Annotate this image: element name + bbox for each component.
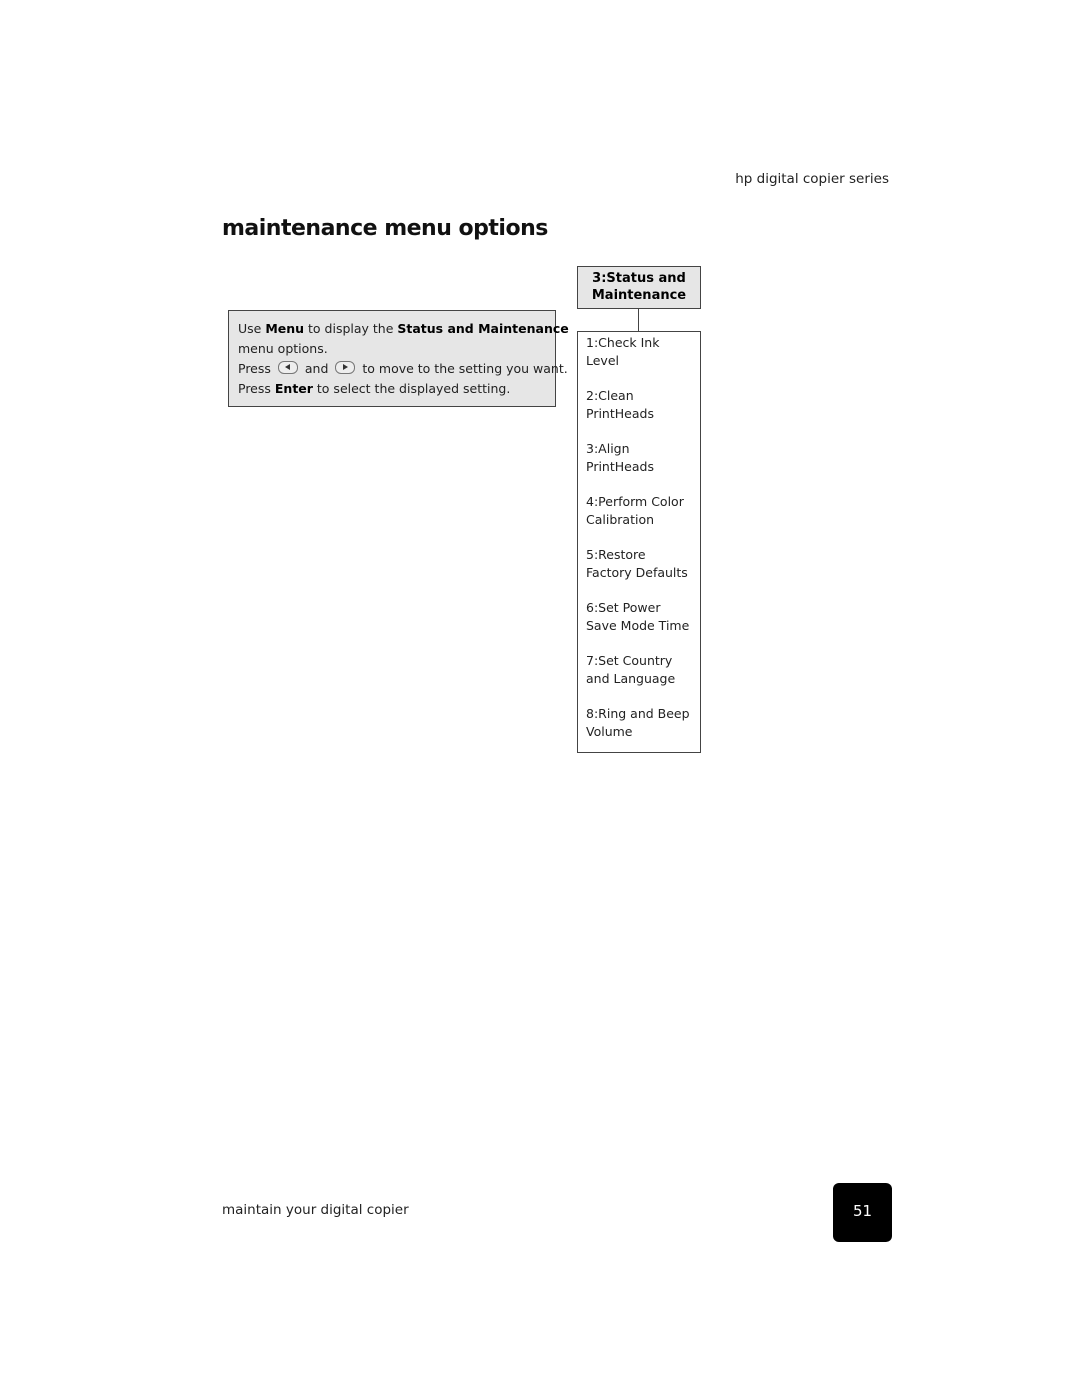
text: and bbox=[304, 361, 329, 376]
right-arrow-button-icon bbox=[335, 361, 356, 374]
menu-item-line: 1:Check Ink bbox=[586, 335, 660, 350]
menu-item-line: PrintHeads bbox=[586, 459, 654, 474]
menu-heading-line-2: Maintenance bbox=[591, 288, 687, 303]
enter-keyword: Enter bbox=[274, 381, 313, 396]
instruction-box: Use Menu to display the Status and Maint… bbox=[228, 310, 569, 407]
menu-item-line: Level bbox=[586, 353, 619, 368]
menu-item-line: Calibration bbox=[586, 512, 655, 527]
connector-line bbox=[638, 309, 639, 331]
menu-heading: 3:Status and Maintenance bbox=[577, 266, 701, 309]
menu-item-line: Volume bbox=[586, 724, 633, 739]
menu-item-line: Factory Defaults bbox=[586, 565, 688, 580]
text: Press bbox=[238, 361, 271, 376]
text: Use bbox=[238, 321, 266, 336]
instruction-line-4: Press Enter to select the displayed sett… bbox=[238, 379, 547, 399]
menu-item: 2:Clean PrintHeads bbox=[586, 387, 700, 423]
text: to move to the setting you want. bbox=[362, 361, 568, 376]
page-title: maintenance menu options bbox=[222, 216, 548, 241]
menu-keyword: Menu bbox=[265, 321, 305, 336]
menu-item-line: Save Mode Time bbox=[586, 618, 690, 633]
menu-item: 7:Set Country and Language bbox=[586, 652, 700, 688]
menu-item-line: PrintHeads bbox=[586, 406, 654, 421]
menu-item: 1:Check Ink Level bbox=[586, 334, 700, 370]
menu-item-line: 3:Align bbox=[586, 441, 630, 456]
menu-item: 3:Align PrintHeads bbox=[586, 440, 700, 476]
menu-item: 8:Ring and Beep Volume bbox=[586, 705, 700, 741]
menu-heading-line-1: 3:Status and bbox=[592, 271, 686, 286]
menu-item-line: 2:Clean bbox=[586, 388, 634, 403]
footer-section-title: maintain your digital copier bbox=[222, 1202, 409, 1218]
status-maintenance-keyword: Status and Maintenance bbox=[397, 321, 569, 336]
menu-item-line: 8:Ring and Beep bbox=[586, 706, 690, 721]
text: to display the bbox=[304, 321, 398, 336]
left-arrow-button-icon bbox=[277, 361, 298, 374]
instruction-line-1: Use Menu to display the Status and Maint… bbox=[238, 319, 569, 339]
menu-options-list: 1:Check Ink Level 2:Clean PrintHeads 3:Ali… bbox=[577, 331, 701, 753]
menu-item: 4:Perform Color Calibration bbox=[586, 493, 700, 529]
instruction-line-3: Press and to move to the setting you wan… bbox=[238, 359, 568, 379]
page-number: 51 bbox=[833, 1183, 892, 1242]
menu-item-line: and Language bbox=[586, 671, 676, 686]
text: to select the displayed setting. bbox=[312, 381, 511, 396]
running-header: hp digital copier series bbox=[735, 171, 889, 187]
menu-item: 6:Set Power Save Mode Time bbox=[586, 599, 700, 635]
instruction-line-2: menu options. bbox=[238, 341, 328, 356]
text: Press bbox=[238, 381, 275, 396]
menu-item-line: 6:Set Power bbox=[586, 600, 661, 615]
menu-item-line: 7:Set Country bbox=[586, 653, 673, 668]
menu-item: 5:Restore Factory Defaults bbox=[586, 546, 700, 582]
menu-item-line: 5:Restore bbox=[586, 547, 646, 562]
menu-item-line: 4:Perform Color bbox=[586, 494, 684, 509]
